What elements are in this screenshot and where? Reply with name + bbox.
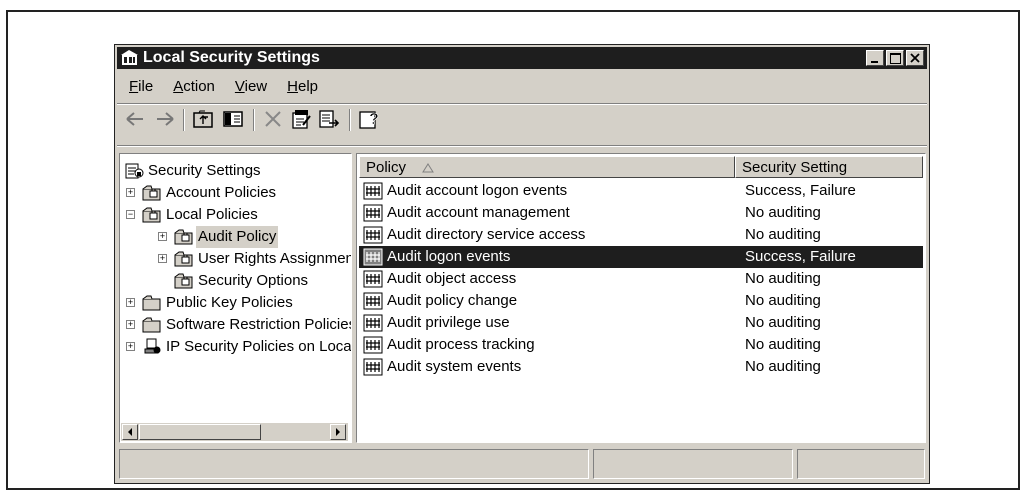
policy-name: Audit object access — [387, 270, 517, 287]
up-folder-icon[interactable] — [191, 107, 215, 131]
expand-icon[interactable]: + — [126, 188, 135, 197]
policy-name: Audit account logon events — [387, 182, 568, 199]
table-row[interactable]: Audit account logon events Success, Failu… — [359, 180, 923, 202]
menu-file[interactable]: File — [129, 78, 153, 95]
menu-bar: File Action View Help — [117, 75, 326, 99]
policy-name: Audit privilege use — [387, 314, 510, 331]
mmc-window: Local Security Settings File Action View He… — [114, 44, 930, 484]
status-panel-main — [119, 449, 589, 479]
audit-policy-icon — [363, 270, 383, 288]
toolbar-separator-line — [117, 145, 927, 147]
folder-lock-icon — [142, 185, 161, 201]
security-setting-value: No auditing — [745, 292, 821, 309]
policy-name: Audit directory service access — [387, 226, 586, 243]
table-row[interactable]: Audit account management No auditing — [359, 202, 923, 224]
minimize-button[interactable] — [866, 50, 884, 66]
security-setting-value: No auditing — [745, 314, 821, 331]
menu-view[interactable]: View — [235, 78, 267, 95]
maximize-button[interactable] — [886, 50, 904, 66]
svg-text:?: ? — [369, 111, 379, 128]
audit-policy-icon — [363, 248, 383, 266]
table-row[interactable]: Audit logon events Success, Failure — [359, 246, 923, 268]
tree-horizontal-scrollbar[interactable] — [121, 423, 348, 441]
collapse-icon[interactable]: − — [126, 210, 135, 219]
toolbar: ? — [119, 105, 925, 135]
policy-name: Audit policy change — [387, 292, 518, 309]
folder-lock-icon — [174, 251, 193, 267]
status-bar — [117, 449, 927, 479]
table-row[interactable]: Audit directory service access No auditin… — [359, 224, 923, 246]
audit-policy-icon — [363, 358, 383, 376]
expand-icon[interactable]: + — [158, 232, 167, 241]
back-icon[interactable] — [123, 107, 147, 131]
folder-lock-icon — [142, 207, 161, 223]
table-row[interactable]: Audit privilege use No auditing — [359, 312, 923, 334]
audit-policy-icon — [363, 226, 383, 244]
table-row[interactable]: Audit policy change No auditing — [359, 290, 923, 312]
security-settings-app-icon — [121, 50, 138, 65]
expand-icon[interactable]: + — [126, 298, 135, 307]
security-setting-value: No auditing — [745, 270, 821, 287]
security-setting-value: No auditing — [745, 336, 821, 353]
menu-action[interactable]: Action — [173, 78, 215, 95]
menu-help[interactable]: Help — [287, 78, 318, 95]
scroll-left-button[interactable] — [122, 424, 138, 440]
close-button[interactable] — [906, 50, 924, 66]
toolbar-separator — [183, 109, 185, 131]
ip-security-icon — [144, 338, 161, 354]
security-setting-value: No auditing — [745, 358, 821, 375]
toolbar-separator — [349, 109, 351, 131]
status-panel-3 — [797, 449, 925, 479]
expand-icon[interactable]: + — [126, 320, 135, 329]
toolbar-separator — [253, 109, 255, 131]
audit-policy-icon — [363, 292, 383, 310]
tree-pane[interactable]: Security Settings + Account Policies − L… — [119, 153, 352, 443]
security-settings-icon — [125, 163, 144, 179]
show-hide-tree-icon[interactable] — [221, 107, 245, 131]
audit-policy-icon — [363, 182, 383, 200]
list-pane[interactable]: Policy Security Setting Audit account lo… — [356, 153, 926, 443]
sort-ascending-icon — [422, 163, 434, 173]
status-panel-2 — [593, 449, 793, 479]
policy-name: Audit process tracking — [387, 336, 535, 353]
policy-name: Audit account management — [387, 204, 570, 221]
table-row[interactable]: Audit object access No auditing — [359, 268, 923, 290]
export-list-icon[interactable] — [317, 107, 341, 131]
column-header-policy[interactable]: Policy — [359, 156, 735, 178]
security-setting-value: Success, Failure — [745, 182, 856, 199]
table-row[interactable]: Audit process tracking No auditing — [359, 334, 923, 356]
policy-name: Audit logon events — [387, 248, 511, 265]
audit-policy-icon — [363, 336, 383, 354]
table-row[interactable]: Audit system events No auditing — [359, 356, 923, 378]
expand-icon[interactable]: + — [126, 342, 135, 351]
help-icon[interactable]: ? — [357, 107, 381, 131]
column-header-security-setting[interactable]: Security Setting — [735, 156, 923, 178]
security-setting-value: Success, Failure — [745, 248, 856, 265]
folder-lock-icon — [174, 229, 193, 245]
audit-policy-icon — [363, 204, 383, 222]
forward-icon[interactable] — [153, 107, 177, 131]
scroll-right-button[interactable] — [330, 424, 346, 440]
title-bar[interactable]: Local Security Settings — [117, 47, 927, 69]
folder-lock-icon — [174, 273, 193, 289]
arrow-left-icon — [128, 428, 132, 436]
scroll-thumb[interactable] — [139, 424, 261, 440]
security-setting-value: No auditing — [745, 204, 821, 221]
folder-icon — [142, 295, 161, 311]
folder-icon — [142, 317, 161, 333]
arrow-right-icon — [336, 428, 340, 436]
properties-icon[interactable] — [289, 107, 313, 131]
audit-policy-icon — [363, 314, 383, 332]
expand-icon[interactable]: + — [158, 254, 167, 263]
window-title: Local Security Settings — [143, 49, 320, 66]
policy-name: Audit system events — [387, 358, 522, 375]
delete-icon[interactable] — [261, 107, 285, 131]
security-setting-value: No auditing — [745, 226, 821, 243]
